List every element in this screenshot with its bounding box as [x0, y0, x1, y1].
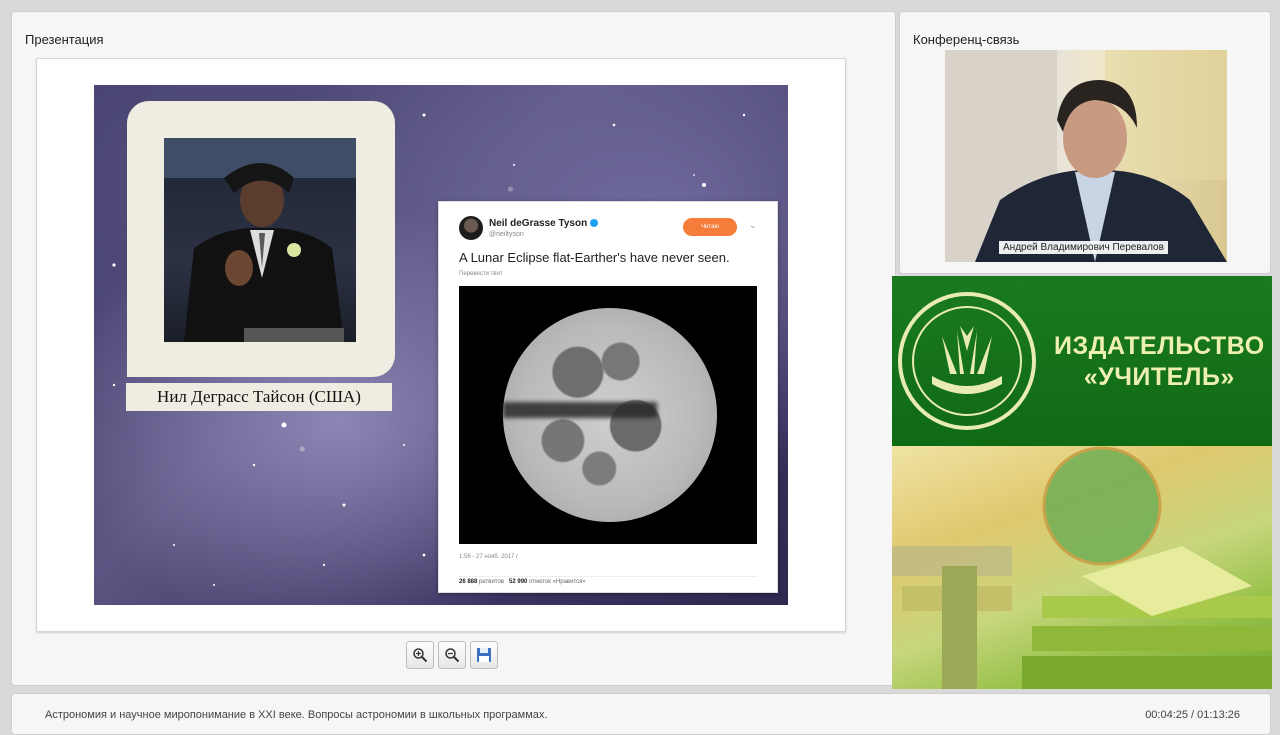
- verified-icon: [590, 219, 599, 228]
- tweet-avatar: [459, 216, 483, 240]
- conference-panel-title: Конференц-связь: [913, 32, 1020, 47]
- save-button[interactable]: [470, 641, 498, 669]
- slide-frame: Нил Деграсс Тайсон (США) Neil deGrasse T…: [36, 58, 846, 632]
- speaker-figure: [945, 50, 1227, 262]
- slide-caption: Нил Деграсс Тайсон (США): [126, 383, 392, 411]
- presentation-panel-title: Презентация: [25, 32, 104, 47]
- tweet-card: Neil deGrasse Tyson @neiltyson Читаю ⌄ A…: [438, 201, 778, 593]
- books-and-globe-illustration: [892, 446, 1272, 689]
- eclipse-shadow: [503, 402, 657, 418]
- tweet-follow-button: Читаю: [683, 218, 737, 236]
- tweet-translate: Перевести твит: [459, 271, 503, 277]
- retweet-label: ретвитов: [479, 579, 504, 585]
- zoom-in-icon: [413, 648, 428, 663]
- slide: Нил Деграсс Тайсон (США) Neil deGrasse T…: [94, 85, 788, 605]
- tweet-timestamp: 1:56 - 27 нояб. 2017 г.: [459, 554, 520, 560]
- portrait-card: [127, 101, 395, 377]
- banner-illustration: [892, 446, 1272, 689]
- tweet-stats: 26 888 ретвитов 52 990 отметок «Нравится…: [459, 576, 757, 585]
- chevron-down-icon: ⌄: [749, 220, 757, 230]
- zoom-out-icon: [445, 648, 460, 663]
- tweet-author: Neil deGrasse Tyson: [489, 218, 599, 229]
- playback-time: 00:04:25 / 01:13:26: [1145, 709, 1240, 721]
- like-count: 52 990: [509, 579, 528, 585]
- banner-header: ИЗДАТЕЛЬСТВО «УЧИТЕЛЬ»: [892, 276, 1272, 446]
- like-label: отметок «Нравится»: [529, 579, 586, 585]
- presentation-panel: Презентация Нил Деграсс Тайсон (США) Nei…: [11, 11, 896, 686]
- lecture-title: Астрономия и научное миропонимание в XXI…: [45, 709, 548, 721]
- publisher-name-line1: ИЗДАТЕЛЬСТВО: [1054, 332, 1265, 360]
- tweet-author-name: Neil deGrasse Tyson: [489, 218, 588, 229]
- portrait-photo: [164, 138, 356, 342]
- publisher-logo: [898, 292, 1036, 430]
- retweet-count: 26 888: [459, 579, 478, 585]
- footer-bar: Астрономия и научное миропонимание в XXI…: [11, 693, 1271, 735]
- zoom-in-button[interactable]: [406, 641, 434, 669]
- conference-panel: Конференц-связь Андрей Владимирович Пере…: [899, 11, 1271, 274]
- book-logo-icon: [912, 306, 1022, 416]
- speaker-video: Андрей Владимирович Перевалов: [945, 50, 1227, 262]
- zoom-out-button[interactable]: [438, 641, 466, 669]
- tweet-text: A Lunar Eclipse flat-Earther's have neve…: [459, 250, 730, 265]
- publisher-name: ИЗДАТЕЛЬСТВО «УЧИТЕЛЬ»: [1054, 331, 1265, 393]
- speaker-silhouette: [164, 138, 356, 342]
- speaker-name-label: Андрей Владимирович Перевалов: [999, 241, 1168, 254]
- publisher-name-line2: «УЧИТЕЛЬ»: [1083, 363, 1235, 391]
- presentation-toolbar: [406, 641, 498, 669]
- publisher-banner: ИЗДАТЕЛЬСТВО «УЧИТЕЛЬ»: [892, 276, 1272, 689]
- tweet-handle: @neiltyson: [489, 231, 524, 238]
- tweet-image: [459, 286, 757, 544]
- save-icon: [477, 648, 491, 662]
